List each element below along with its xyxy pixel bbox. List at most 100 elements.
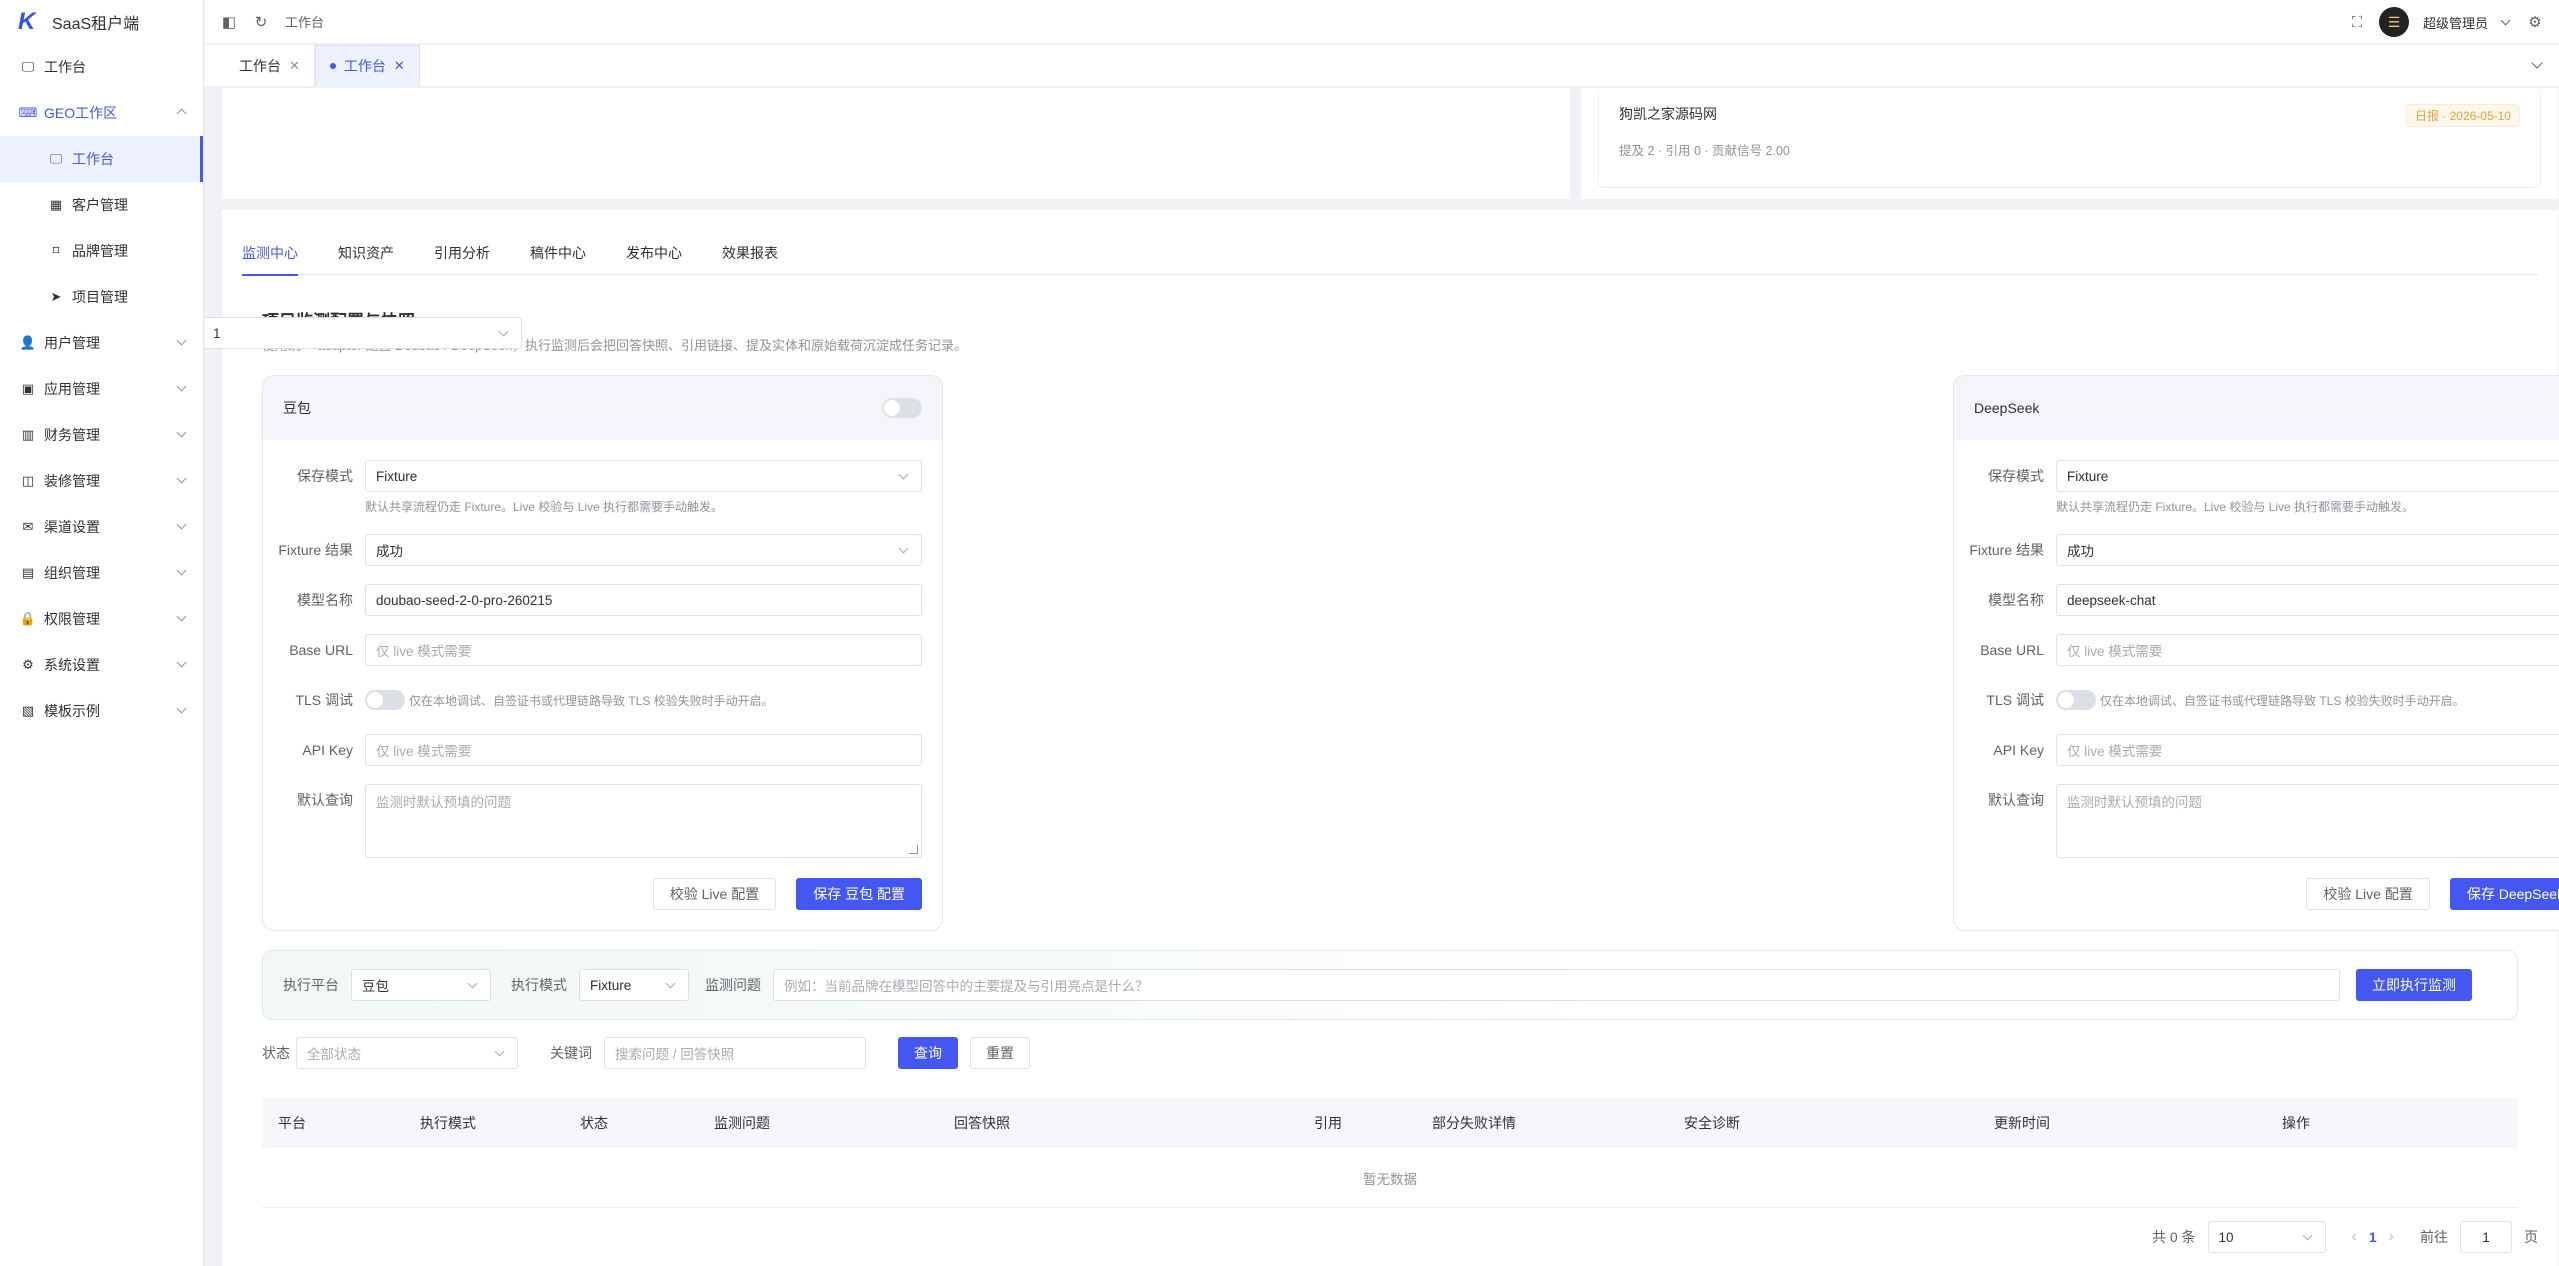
module-tab[interactable]: 发布中心 [626, 238, 682, 275]
project-select[interactable]: 1 [205, 317, 522, 349]
sidebar-item[interactable]: ▧ 模板示例 [0, 688, 203, 734]
sidebar-item[interactable]: ◫ 装修管理 [0, 458, 203, 504]
app-logo[interactable]: K SaaS租户端 [0, 0, 203, 44]
provider-enable-switch[interactable] [882, 398, 922, 418]
avatar[interactable]: ☰ [2378, 7, 2409, 37]
page-number[interactable]: 1 [2369, 1229, 2377, 1245]
query-button[interactable]: 查询 [898, 1037, 958, 1069]
monitor-icon: 🖵 [21, 59, 35, 74]
sidebar-item-label: 模板示例 [44, 703, 100, 719]
sidebar-item[interactable]: ✉ 渠道设置 [0, 504, 203, 550]
user-name[interactable]: 超级管理员 [2423, 13, 2488, 32]
mode-label: 执行模式 [511, 977, 567, 993]
page-suffix: 页 [2524, 1229, 2538, 1245]
keyword-label: 关键词 [550, 1045, 592, 1061]
sidebar-item[interactable]: ⌨ GEO工作区 [0, 90, 203, 136]
next-page-icon[interactable]: › [2389, 1228, 2394, 1246]
org-icon: ▤ [21, 565, 35, 580]
collapse-sidebar-icon[interactable]: ◧ [221, 14, 237, 31]
save-mode-hint: 默认共享流程仍走 Fixture。Live 校验与 Live 执行都需要手动触发… [365, 500, 724, 514]
page-tab[interactable]: 工作台 ✕ [225, 45, 315, 86]
save-config-button[interactable]: 保存 豆包 配置 [796, 878, 922, 910]
api-key-label: API Key [1993, 742, 2044, 758]
chat-icon: ⌨ [18, 105, 38, 120]
sidebar-item[interactable]: ⌑ 品牌管理 [0, 228, 203, 274]
save-config-button[interactable]: 保存 DeepSeek 配置 [2449, 878, 2559, 910]
tls-switch[interactable] [2056, 690, 2096, 710]
sidebar-item[interactable]: ▥ 财务管理 [0, 412, 203, 458]
close-icon[interactable]: ✕ [394, 58, 405, 74]
module-tabs: 监测中心 知识资产 引用分析 稿件中心 发布中心 效果报表 [242, 238, 2538, 276]
close-icon[interactable]: ✕ [289, 58, 300, 74]
settings-gear-icon[interactable]: ⚙ [2527, 14, 2543, 31]
goto-page-value: 1 [2482, 1229, 2490, 1245]
sidebar-item[interactable]: ▦ 客户管理 [0, 182, 203, 228]
monitor-card: 监测中心知识资产引用分析稿件中心发布中心效果报表 项目监测配置与快照 使用统一 … [205, 210, 2559, 1266]
base-url-input[interactable]: 仅 live 模式需要 [365, 634, 922, 666]
provider-card: 豆包 保存模式 Fixture 默认共享流程仍走 Fixture。Live 校验… [262, 375, 943, 931]
model-name-input[interactable]: doubao-seed-2-0-pro-260215 [365, 584, 922, 616]
mode-select[interactable]: Fixture [579, 969, 689, 1001]
rank-item[interactable]: 狗凯之家源码网 提及 2 · 引用 0 · 贡献信号 2.00 日报 · 202… [1598, 90, 2541, 188]
question-input[interactable]: 例如：当前品牌在模型回答中的主要提及与引用亮点是什么？ [773, 969, 2340, 1001]
model-name-input[interactable]: deepseek-chat [2056, 584, 2559, 616]
table-column-header: 状态 [580, 1115, 608, 1131]
api-key-input[interactable]: 仅 live 模式需要 [2056, 734, 2559, 766]
module-tab[interactable]: 知识资产 [338, 238, 394, 275]
page-size-select[interactable]: 10 [2207, 1221, 2326, 1253]
tls-switch[interactable] [365, 690, 405, 710]
tls-label: TLS 调试 [295, 692, 353, 708]
provider-card-header: DeepSeek [1954, 376, 2559, 440]
validate-live-button[interactable]: 校验 Live 配置 [652, 878, 777, 910]
chevron-down-icon [665, 978, 676, 989]
validate-live-button[interactable]: 校验 Live 配置 [2306, 878, 2430, 910]
module-tab[interactable]: 监测中心 [242, 238, 298, 276]
top-header: ◧ ↻ 工作台 ⛶ ☰ 超级管理员 ⚙ [205, 0, 2559, 44]
sidebar-item-label: 权限管理 [44, 611, 100, 627]
chevron-down-icon [176, 381, 187, 392]
save-mode-select[interactable]: Fixture [365, 460, 922, 492]
keyword-input[interactable]: 搜索问题 / 回答快照 [604, 1037, 866, 1069]
goto-page-input[interactable]: 1 [2460, 1221, 2512, 1253]
status-filter-label: 状态 [262, 1045, 290, 1061]
sidebar-item[interactable]: 🖵 工作台 [0, 136, 203, 182]
page-tab-label: 工作台 [239, 57, 281, 74]
fixture-result-select[interactable]: 成功 [2056, 534, 2559, 566]
base-url-input[interactable]: 仅 live 模式需要 [2056, 634, 2559, 666]
sidebar-item-label: GEO工作区 [44, 105, 118, 121]
module-tab[interactable]: 效果报表 [722, 238, 778, 275]
save-mode-select[interactable]: Fixture [2056, 460, 2559, 492]
sidebar-item[interactable]: ▤ 组织管理 [0, 550, 203, 596]
fullscreen-icon[interactable]: ⛶ [2349, 14, 2365, 31]
sidebar-item[interactable]: 👤 用户管理 [0, 320, 203, 366]
reset-button[interactable]: 重置 [970, 1037, 1030, 1069]
tabs-dropdown-chevron-icon[interactable] [2531, 57, 2543, 69]
chevron-down-icon [176, 519, 187, 530]
base-url-label: Base URL [289, 642, 353, 658]
sidebar-item[interactable]: 🖵 工作台 [0, 44, 203, 90]
sidebar-item[interactable]: ▣ 应用管理 [0, 366, 203, 412]
sidebar-item[interactable]: ➤ 项目管理 [0, 274, 203, 320]
prev-page-icon[interactable]: ‹ [2352, 1228, 2357, 1246]
platform-select[interactable]: 豆包 [351, 969, 491, 1001]
api-key-input[interactable]: 仅 live 模式需要 [365, 734, 922, 766]
default-query-textarea[interactable]: 监测时默认预填的问题 [365, 784, 922, 858]
status-filter-select[interactable]: 全部状态 [296, 1037, 518, 1069]
page-tab-label: 工作台 [343, 58, 386, 74]
refresh-icon[interactable]: ↻ [253, 14, 269, 31]
module-tab[interactable]: 引用分析 [434, 238, 490, 275]
tls-label: TLS 调试 [1986, 692, 2044, 708]
chevron-down-icon [176, 657, 187, 668]
provider-name: DeepSeek [1974, 400, 2040, 416]
chevron-down-icon [176, 427, 187, 438]
sidebar-item[interactable]: ⚙ 系统设置 [0, 642, 203, 688]
fixture-result-select[interactable]: 成功 [365, 534, 922, 566]
chevron-down-icon[interactable] [2500, 15, 2511, 25]
sidebar-item[interactable]: 🔒 权限管理 [0, 596, 203, 642]
mode-select-value: Fixture [590, 977, 632, 993]
module-tab[interactable]: 稿件中心 [530, 238, 586, 275]
chevron-down-icon [176, 611, 187, 622]
default-query-textarea[interactable]: 监测时默认预填的问题 [2056, 784, 2559, 858]
run-monitor-button[interactable]: 立即执行监测 [2356, 969, 2472, 1001]
page-tab-active[interactable]: 工作台 ✕ [314, 45, 420, 86]
